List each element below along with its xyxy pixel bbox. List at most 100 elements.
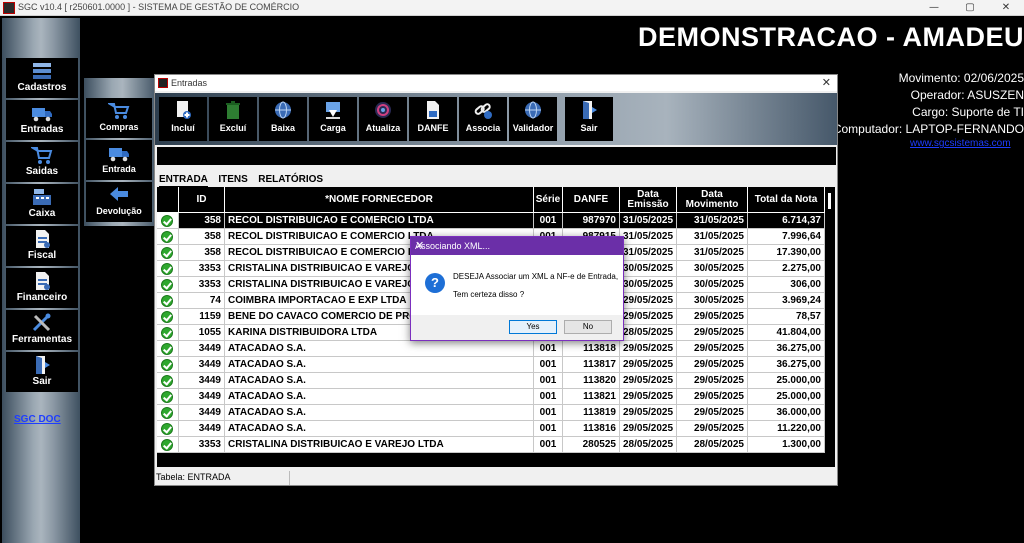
toolbar-label: Associa	[465, 123, 501, 133]
incluir-button[interactable]: Incluí	[159, 97, 207, 141]
cell-id: 358	[179, 229, 225, 245]
sidebar-item-entradas[interactable]: Entradas	[6, 100, 78, 140]
sidebar-item-label: Ferramentas	[11, 334, 73, 345]
cell-danfe: 113821	[563, 389, 620, 405]
sgc-doc-link[interactable]: SGC DOC	[14, 414, 61, 425]
entradas-close-button[interactable]: ✕	[822, 76, 831, 89]
cell-danfe: 987970	[563, 213, 620, 229]
cell-status	[157, 373, 179, 389]
sidebar-item-ferramentas[interactable]: Ferramentas	[6, 310, 78, 350]
cell-id: 3449	[179, 421, 225, 437]
column-header-nome[interactable]: *NOME FORNECEDOR	[225, 187, 534, 213]
column-header-emissao[interactable]: Data Emissão	[620, 187, 677, 213]
tools-icon	[32, 313, 51, 332]
add-document-icon	[177, 101, 191, 119]
grid-scrollbar[interactable]	[825, 187, 835, 467]
sidebar-item-fiscal[interactable]: Fiscal	[6, 226, 78, 266]
cell-data-emissao: 29/05/2025	[620, 341, 677, 357]
scrollbar-thumb[interactable]	[828, 193, 831, 209]
cell-data-movimento: 29/05/2025	[677, 405, 748, 421]
sidebar-item-label: Caixa	[28, 208, 56, 219]
cell-serie: 001	[534, 213, 563, 229]
sidebar-item-label: Fiscal	[27, 250, 57, 261]
table-row[interactable]: 3449 ATACADAO S.A. 001 113820 29/05/2025 29/0…	[157, 373, 825, 389]
sidebar-item-saidas[interactable]: Saidas	[6, 142, 78, 182]
excluir-button[interactable]: Excluí	[209, 97, 257, 141]
table-row[interactable]: 3449 ATACADAO S.A. 001 113816 29/05/2025 29/0…	[157, 421, 825, 437]
cell-total: 41.804,00	[748, 325, 825, 341]
maximize-button[interactable]: ▢	[952, 0, 988, 16]
cell-id: 3353	[179, 261, 225, 277]
cell-status	[157, 245, 179, 261]
cell-danfe: 280525	[563, 437, 620, 453]
cell-id: 358	[179, 245, 225, 261]
submenu-item-entrada[interactable]: Entrada	[86, 140, 152, 180]
cell-danfe: 113817	[563, 357, 620, 373]
cell-status	[157, 261, 179, 277]
carga-button[interactable]: Carga	[309, 97, 357, 141]
submenu-item-devolucao[interactable]: Devolução	[86, 182, 152, 222]
atualiza-button[interactable]: Atualiza	[359, 97, 407, 141]
app-root: SGC v10.4 [ r250601.0000 ] - SISTEMA DE …	[0, 0, 1024, 543]
column-header-total[interactable]: Total da Nota	[748, 187, 825, 213]
entradas-toolbar: Incluí Excluí Baixa Carga Atualiza DANFE	[155, 93, 837, 145]
no-button[interactable]: No	[564, 320, 612, 334]
check-icon	[161, 343, 173, 355]
tab-itens[interactable]: ITENS	[218, 174, 247, 186]
validador-button[interactable]: Validador	[509, 97, 557, 141]
cell-status	[157, 229, 179, 245]
exit-door-icon	[36, 356, 50, 374]
cell-data-emissao: 31/05/2025	[620, 229, 677, 245]
cell-id: 3353	[179, 277, 225, 293]
table-row[interactable]: 3449 ATACADAO S.A. 001 113821 29/05/2025 29/0…	[157, 389, 825, 405]
table-row[interactable]: 358RECOL DISTRIBUICAO E COMERCIO LTDA001…	[157, 213, 825, 229]
cell-data-movimento: 31/05/2025	[677, 229, 748, 245]
cell-nome-fornecedor: ATACADAO S.A.	[225, 421, 534, 437]
cell-data-movimento: 29/05/2025	[677, 341, 748, 357]
column-header-danfe[interactable]: DANFE	[563, 187, 620, 213]
cell-serie: 001	[534, 373, 563, 389]
cell-status	[157, 341, 179, 357]
dialog-close-button[interactable]: ✕	[415, 239, 617, 252]
cell-total: 6.714,37	[748, 213, 825, 229]
tab-relatorios[interactable]: RELATÓRIOS	[258, 174, 323, 186]
tab-entrada[interactable]: ENTRADA	[159, 174, 208, 188]
table-row[interactable]: 3353 CRISTALINA DISTRIBUICAO E VAREJO LTD…	[157, 437, 825, 453]
cell-status	[157, 357, 179, 373]
website-link[interactable]: www.sgcsistemas.com	[910, 138, 1011, 149]
refresh-icon	[375, 102, 391, 118]
cell-total: 1.300,00	[748, 437, 825, 453]
computador-label: Computador: LAPTOP-FERNANDO	[832, 122, 1024, 136]
column-header-serie[interactable]: Série	[534, 187, 563, 213]
entradas-tabs: ENTRADA ITENS RELATÓRIOS	[159, 169, 329, 188]
sidebar-item-financeiro[interactable]: Financeiro	[6, 268, 78, 308]
cell-data-movimento: 30/05/2025	[677, 277, 748, 293]
associa-button[interactable]: Associa	[459, 97, 507, 141]
cell-danfe: 113818	[563, 341, 620, 357]
cell-data-emissao: 30/05/2025	[620, 261, 677, 277]
table-row[interactable]: 3449 ATACADAO S.A. 001 113818 29/05/2025 29/0…	[157, 341, 825, 357]
cell-id: 358	[179, 213, 225, 229]
danfe-button[interactable]: DANFE	[409, 97, 457, 141]
sidebar-item-sair[interactable]: Sair	[6, 352, 78, 392]
app-logo-icon	[3, 2, 15, 14]
table-row[interactable]: 3449 ATACADAO S.A. 001 113819 29/05/2025 29/0…	[157, 405, 825, 421]
sidebar-item-cadastros[interactable]: Cadastros	[6, 58, 78, 98]
toolbar-label: DANFE	[417, 123, 449, 133]
cell-status	[157, 213, 179, 229]
cell-data-emissao: 30/05/2025	[620, 277, 677, 293]
filter-strip	[157, 147, 836, 165]
yes-button[interactable]: Yes	[509, 320, 557, 334]
app-title: SGC v10.4 [ r250601.0000 ] - SISTEMA DE …	[18, 2, 300, 12]
column-header-id[interactable]: ID	[179, 187, 225, 213]
column-header-movimento[interactable]: Data Movimento	[677, 187, 748, 213]
baixa-button[interactable]: Baixa	[259, 97, 307, 141]
sidebar-item-caixa[interactable]: Caixa	[6, 184, 78, 224]
table-row[interactable]: 3449 ATACADAO S.A. 001 113817 29/05/2025 29/0…	[157, 357, 825, 373]
sair-button[interactable]: Sair	[565, 97, 613, 141]
dialog-titlebar: Associando XML... ✕	[411, 237, 623, 255]
submenu-item-compras[interactable]: Compras	[86, 98, 152, 138]
minimize-button[interactable]: —	[916, 0, 952, 16]
cell-id: 3449	[179, 357, 225, 373]
close-button[interactable]: ✕	[988, 0, 1024, 16]
